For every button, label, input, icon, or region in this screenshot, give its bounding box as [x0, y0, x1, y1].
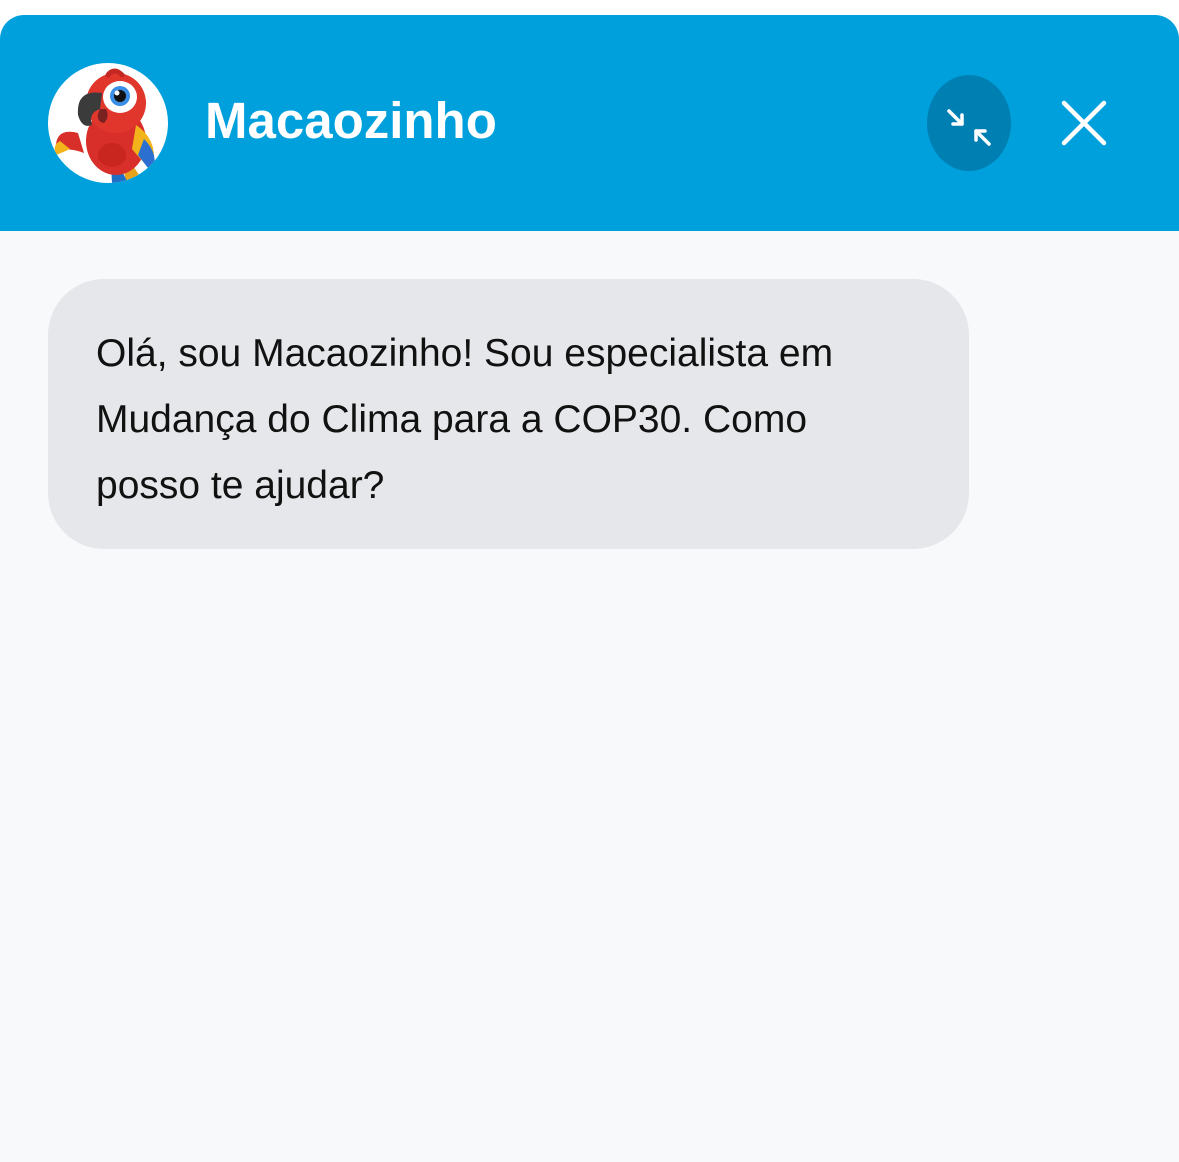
minimize-button[interactable] — [927, 75, 1011, 171]
minimize-arrows-icon — [947, 109, 991, 146]
bot-message-text: Olá, sou Macaozinho! Sou especialista em… — [96, 332, 834, 507]
close-icon — [1061, 100, 1107, 146]
bot-name: Macaozinho — [205, 92, 497, 149]
avatar — [48, 63, 168, 183]
chat-header: Macaozinho — [0, 15, 1179, 231]
close-button[interactable] — [1052, 91, 1116, 155]
parrot-mascot-icon — [54, 68, 155, 183]
bot-message-bubble: Olá, sou Macaozinho! Sou especialista em… — [48, 279, 969, 549]
chat-window: Macaozinho Olá, sou Macaozinho! Sou espe… — [0, 15, 1179, 1162]
